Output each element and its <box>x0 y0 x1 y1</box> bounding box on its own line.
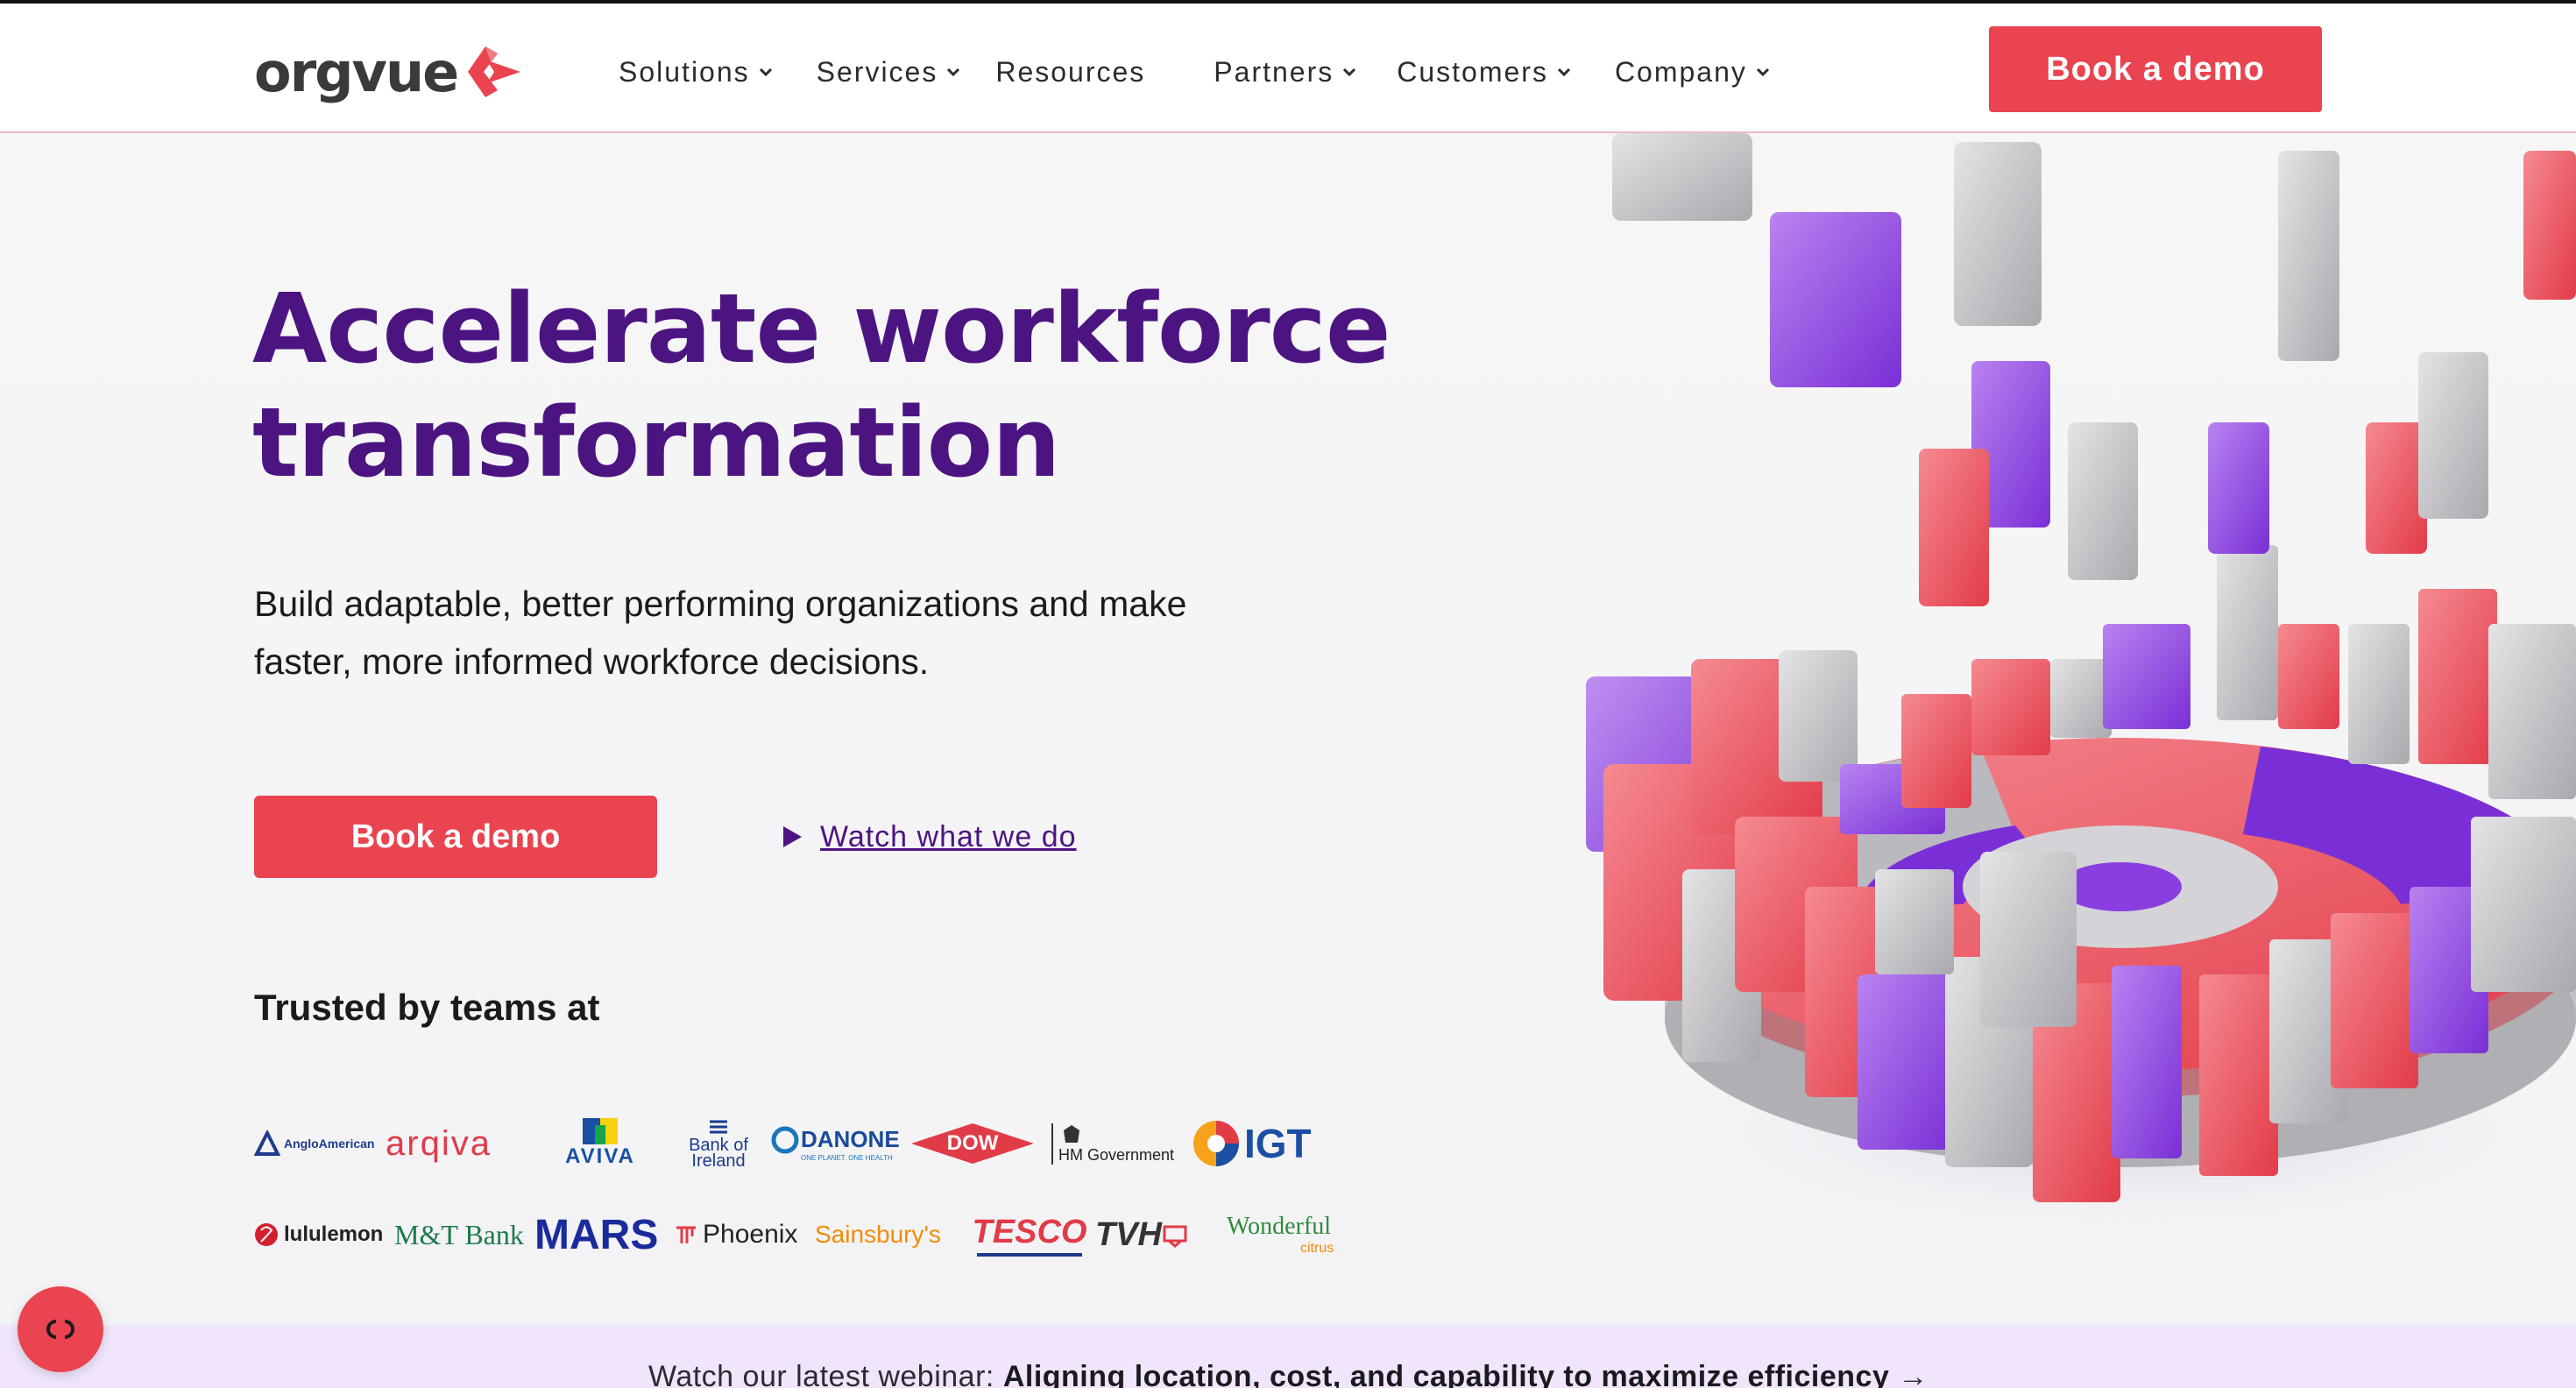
hero-3d-illustration <box>1586 133 2576 1237</box>
bank-of-ireland-mark-icon <box>710 1120 727 1134</box>
hero-title-line1: Accelerate workforce <box>252 273 1391 385</box>
customer-logo: TESCO <box>964 1214 1095 1257</box>
crest-icon <box>1064 1124 1079 1143</box>
nav-label: Partners <box>1214 55 1334 88</box>
customer-logo: M&T Bank <box>394 1218 524 1250</box>
customer-logo-row: AngloAmerican arqiva AVIVA Bank of Irela… <box>254 1104 1376 1183</box>
chevron-down-icon <box>759 67 772 77</box>
nav-solutions[interactable]: Solutions <box>619 56 775 89</box>
hero-title-line2: transformation <box>252 386 1061 499</box>
igt-mark-icon <box>1193 1121 1239 1166</box>
chevron-down-icon <box>1557 67 1570 77</box>
nav-partners[interactable]: Partners <box>1214 56 1358 89</box>
hero-subtitle: Build adaptable, better performing organ… <box>254 575 1393 690</box>
danone-mark-icon <box>771 1126 799 1153</box>
customer-logo: Bank of Ireland <box>666 1118 771 1170</box>
chevron-down-icon <box>1343 67 1356 77</box>
chat-icon <box>46 1320 74 1339</box>
customer-logo-row: lululemon M&T Bank MARS Phoenix Sainsbur… <box>254 1195 1376 1274</box>
customer-logo: HM Government <box>1051 1122 1192 1165</box>
webinar-title: Aligning location, cost, and capability … <box>1002 1360 1890 1388</box>
nav-resources[interactable]: Resources <box>995 56 1145 89</box>
customer-logo: Wonderful citrus <box>1227 1213 1334 1256</box>
header-book-demo-button[interactable]: Book a demo <box>1989 26 2322 112</box>
customer-logo: arqiva <box>386 1123 492 1163</box>
customer-logos: AngloAmerican arqiva AVIVA Bank of Irela… <box>254 1104 1376 1274</box>
angloamerican-mark-icon <box>254 1130 280 1156</box>
nav-company[interactable]: Company <box>1615 56 1772 89</box>
logo-mark-icon <box>468 46 521 97</box>
watch-label: Watch what we do <box>820 819 1077 853</box>
main-nav: Solutions Services Resources Partners Cu… <box>619 49 1772 95</box>
nav-label: Services <box>816 55 938 88</box>
webinar-banner[interactable]: Watch our latest webinar: Aligning locat… <box>0 1325 2576 1388</box>
play-icon <box>783 826 802 847</box>
chevron-down-icon <box>947 67 960 77</box>
tvh-mark-icon <box>1163 1225 1187 1248</box>
nav-label: Customers <box>1397 55 1548 88</box>
hero-subtitle-line2: faster, more informed workforce decision… <box>254 641 930 682</box>
aviva-mark-icon <box>583 1118 618 1144</box>
webinar-prefix: Watch our latest webinar: <box>648 1360 994 1388</box>
customer-logo: DANONE ONE PLANET. ONE HEALTH <box>771 1126 911 1162</box>
customer-logo: DOW <box>911 1123 1051 1164</box>
customer-logo: AVIVA <box>534 1118 666 1169</box>
nav-label: Resources <box>995 55 1146 88</box>
tesco-stripe <box>977 1252 1082 1257</box>
logo-wordmark: orgvue <box>254 39 459 104</box>
chat-button[interactable] <box>18 1286 103 1372</box>
hero-subtitle-line1: Build adaptable, better performing organ… <box>254 584 1187 624</box>
site-header: orgvue Solutions Services Resources Part… <box>0 4 2576 133</box>
customer-logo: IGT <box>1192 1119 1323 1168</box>
phoenix-mark-icon <box>676 1226 696 1243</box>
hero-book-demo-button[interactable]: Book a demo <box>254 796 657 878</box>
customer-logo: Phoenix <box>675 1220 815 1250</box>
nav-label: Company <box>1614 55 1747 88</box>
nav-label: Solutions <box>619 55 750 88</box>
customer-logo: lululemon <box>254 1222 394 1247</box>
nav-customers[interactable]: Customers <box>1397 56 1573 89</box>
chevron-down-icon <box>1756 67 1769 77</box>
webinar-banner-text: Watch our latest webinar: Aligning locat… <box>648 1360 1928 1388</box>
nav-services[interactable]: Services <box>817 56 963 89</box>
lululemon-mark-icon <box>255 1223 278 1246</box>
hero-title: Accelerate workforce transformation <box>252 272 1391 499</box>
customer-logo: TVH <box>1095 1216 1227 1254</box>
customer-logo: AngloAmerican <box>254 1130 386 1157</box>
hero-section: Accelerate workforce transformation Buil… <box>0 133 2576 1325</box>
watch-video-link[interactable]: Watch what we do <box>778 817 1077 857</box>
arrow-right-icon: → <box>1898 1360 1928 1388</box>
orgvue-logo[interactable]: orgvue <box>254 37 522 107</box>
customer-logo: Sainsbury's <box>815 1221 941 1248</box>
customer-logo: MARS <box>534 1211 659 1258</box>
trusted-heading: Trusted by teams at <box>254 987 600 1028</box>
